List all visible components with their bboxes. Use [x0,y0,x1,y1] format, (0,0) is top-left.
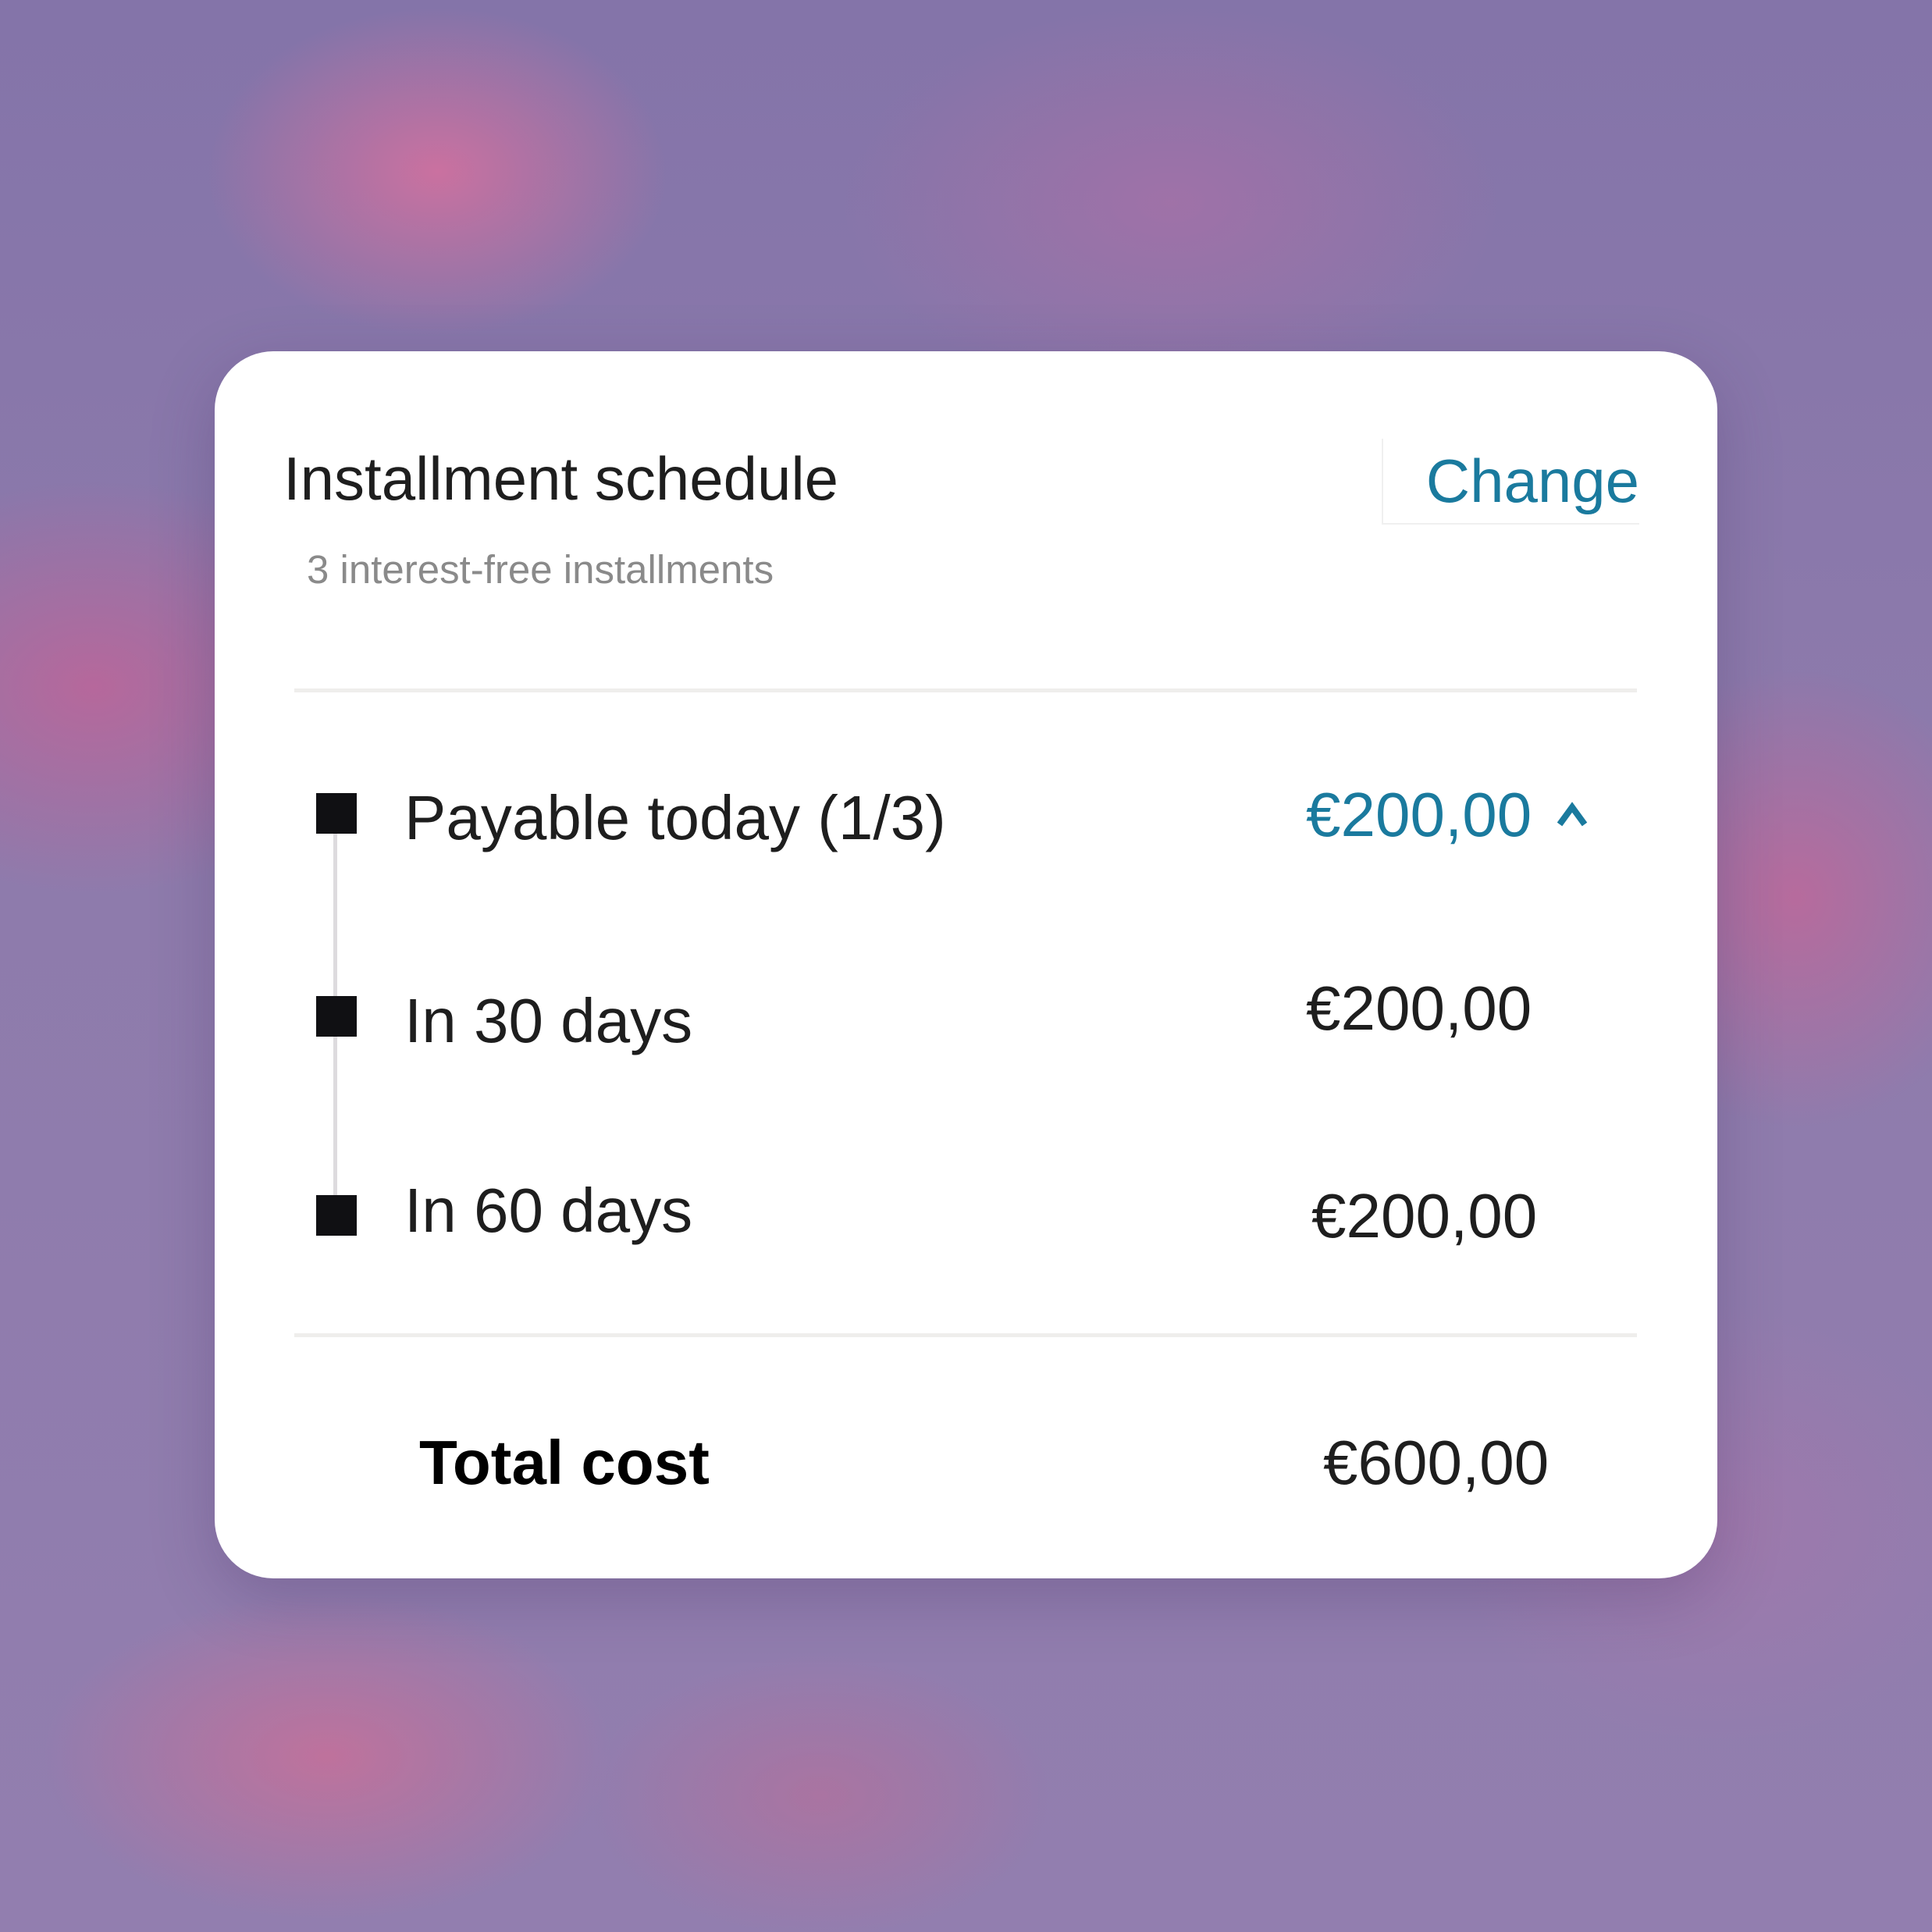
installment-label-today: Payable today (1/3) [404,783,946,852]
divider-top [294,688,1637,692]
square-marker-icon [316,1195,357,1236]
card-subtitle: 3 interest-free installments [307,547,774,592]
installment-label-30-days: In 30 days [404,986,693,1055]
chevron-up-icon[interactable] [1549,788,1596,843]
installment-amount-60-days: €200,00 [1311,1181,1538,1251]
installment-amount-30-days: €200,00 [1306,973,1532,1043]
divider-bottom [294,1333,1637,1337]
installment-schedule-card: Installment schedule 3 interest-free ins… [215,351,1717,1578]
card-title: Installment schedule [283,444,839,513]
total-cost-label: Total cost [419,1428,710,1497]
square-marker-icon [316,793,357,834]
total-cost-amount: €600,00 [1323,1428,1550,1497]
installment-label-60-days: In 60 days [404,1176,693,1245]
change-button[interactable]: Change [1382,439,1639,525]
square-marker-icon [316,996,357,1037]
installment-amount-today[interactable]: €200,00 [1306,779,1532,851]
timeline-end-mask [324,1236,347,1571]
